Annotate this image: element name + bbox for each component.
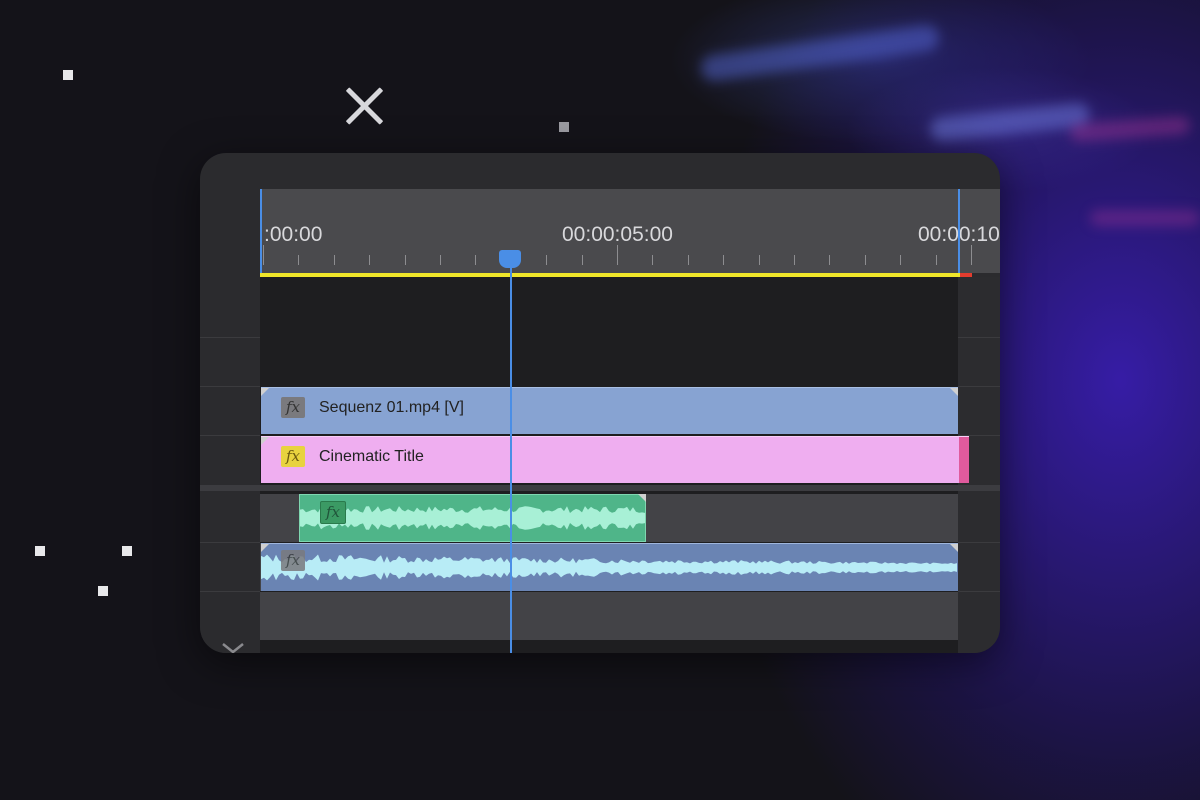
ruler-tick	[617, 245, 618, 265]
particle	[122, 546, 132, 556]
audio-track-a3[interactable]	[260, 592, 958, 640]
clip-corner-marker	[950, 388, 958, 396]
track-header-divider	[200, 542, 260, 543]
sequence-end-marker	[958, 189, 960, 273]
clip-corner-marker	[950, 544, 958, 552]
fx-badge-icon[interactable]: fx	[281, 550, 305, 571]
track-gutter-divider	[958, 542, 1000, 543]
fx-badge-icon[interactable]: fx	[281, 446, 305, 467]
clip-corner-marker	[261, 437, 269, 445]
ruler-tick	[935, 255, 937, 265]
audio-waveform	[261, 554, 957, 581]
ruler-tick	[900, 255, 902, 265]
ruler-tick	[794, 255, 795, 265]
ruler-tick	[758, 255, 760, 265]
track-header-divider	[200, 337, 260, 338]
track-header-column	[200, 277, 260, 653]
track-header-divider	[200, 591, 260, 592]
ruler-tick	[333, 255, 335, 265]
fx-badge-icon[interactable]: fx	[320, 501, 346, 524]
playhead-line[interactable]	[510, 263, 512, 653]
audio-waveform	[300, 506, 645, 530]
track-gutter-divider	[958, 337, 1000, 338]
ruler-tick	[404, 255, 406, 265]
track-header-divider	[200, 435, 260, 436]
ruler-tick	[864, 255, 866, 265]
chevron-down-icon[interactable]	[220, 641, 246, 653]
playhead-handle[interactable]	[499, 250, 521, 268]
track-gutter-divider	[958, 591, 1000, 592]
video-clip[interactable]: fx Sequenz 01.mp4 [V]	[261, 387, 958, 434]
timecode-label-mid: 00:00:05:00	[562, 223, 673, 246]
close-icon[interactable]	[338, 80, 388, 130]
timecode-label-start: :00:00	[264, 223, 323, 246]
ruler-tick	[687, 255, 689, 265]
particle	[559, 122, 569, 132]
clip-corner-marker	[638, 494, 646, 502]
time-ruler[interactable]: :00:00 00:00:05:00 00:00:10	[260, 189, 1000, 277]
ruler-tick	[369, 255, 371, 265]
ruler-tick	[581, 255, 583, 265]
video-audio-separator[interactable]	[200, 485, 1000, 491]
track-header-divider	[200, 386, 260, 387]
fx-badge-icon[interactable]: fx	[281, 397, 305, 418]
particle	[98, 586, 108, 596]
ruler-tick	[475, 255, 477, 265]
timeline-panel: :00:00 00:00:05:00 00:00:10 fx Sequenz 0…	[200, 153, 1000, 653]
clip-corner-marker	[261, 544, 269, 552]
ruler-tick	[440, 255, 441, 265]
sequence-start-marker	[260, 189, 262, 273]
ruler-tick	[298, 255, 300, 265]
ruler-tick	[723, 255, 725, 265]
ruler-tick	[829, 255, 831, 265]
particle	[35, 546, 45, 556]
particle	[63, 70, 73, 80]
audio-clip-1[interactable]: fx	[299, 494, 646, 542]
track-gutter-divider	[958, 386, 1000, 387]
clip-corner-marker	[261, 388, 269, 396]
ruler-tick	[546, 255, 548, 265]
audio-clip-2[interactable]: fx	[261, 543, 958, 591]
clip-name: Cinematic Title	[319, 448, 424, 465]
ruler-tick	[971, 245, 972, 265]
ruler-tick	[263, 245, 264, 265]
ruler-tick	[652, 255, 654, 265]
clip-name: Sequenz 01.mp4 [V]	[319, 399, 464, 416]
light-streak	[1090, 210, 1200, 226]
title-clip[interactable]: fx Cinematic Title	[261, 436, 969, 483]
